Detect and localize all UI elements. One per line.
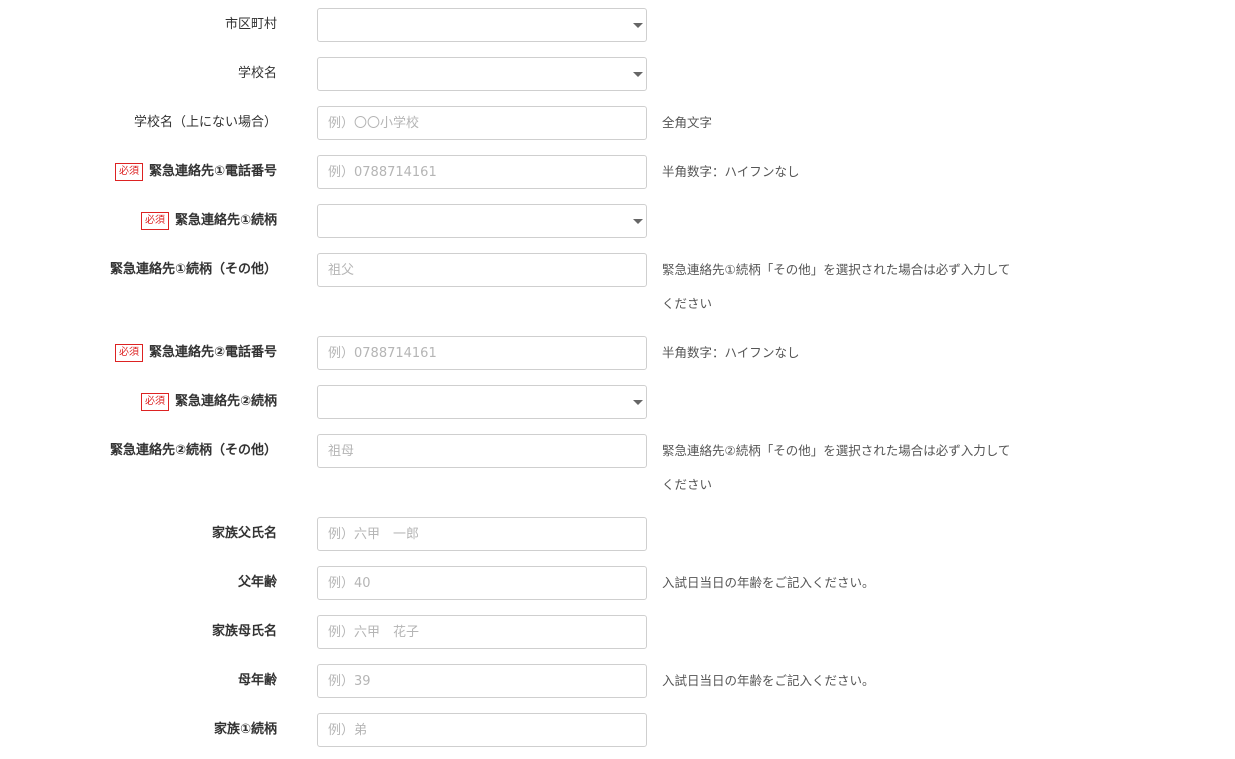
field-label: 必須 緊急連絡先①電話番号	[114, 155, 277, 189]
field-label: 緊急連絡先②続柄（その他）	[109, 443, 277, 458]
emergency2-phone-input[interactable]	[317, 336, 647, 370]
chevron-down-icon	[633, 23, 643, 28]
emergency2-relation-select[interactable]	[317, 385, 647, 419]
field-label: 市区町村	[224, 17, 277, 32]
chevron-down-icon	[633, 400, 643, 405]
field-label: 家族父氏名	[211, 526, 277, 541]
field-label: 母年齢	[237, 673, 277, 688]
chevron-down-icon	[633, 219, 643, 224]
family1-relation-input[interactable]	[317, 713, 647, 747]
field-label: 必須 緊急連絡先②電話番号	[114, 336, 277, 370]
father-name-input[interactable]	[317, 517, 647, 551]
field-label: 父年齢	[237, 575, 277, 590]
emergency1-relation-select[interactable]	[317, 204, 647, 238]
field-note: 全角文字	[662, 115, 713, 130]
field-label: 必須 緊急連絡先②続柄	[140, 385, 277, 419]
chevron-down-icon	[633, 72, 643, 77]
father-age-input[interactable]	[317, 566, 647, 600]
required-badge: 必須	[114, 163, 143, 181]
required-badge: 必須	[140, 393, 169, 411]
emergency1-phone-input[interactable]	[317, 155, 647, 189]
city-select[interactable]	[317, 8, 647, 42]
field-note: 半角数字：ハイフンなし	[662, 164, 800, 179]
field-note: 入試日当日の年齢をご記入ください。	[662, 575, 875, 590]
field-note: 入試日当日の年齢をご記入ください。	[662, 673, 875, 688]
field-label: 学校名（上にない場合）	[133, 115, 277, 130]
mother-name-input[interactable]	[317, 615, 647, 649]
field-label: 家族母氏名	[211, 624, 277, 639]
school-name-other-input[interactable]	[317, 106, 647, 140]
mother-age-input[interactable]	[317, 664, 647, 698]
field-label: 必須 緊急連絡先①続柄	[140, 204, 277, 238]
school-select[interactable]	[317, 57, 647, 91]
field-label: 学校名	[237, 66, 277, 81]
field-label: 家族①続柄	[213, 722, 277, 737]
field-note: 半角数字：ハイフンなし	[662, 345, 800, 360]
required-badge: 必須	[114, 344, 143, 362]
field-note: 緊急連絡先①続柄「その他」を選択された場合は必ず入力してください	[662, 262, 1011, 311]
emergency1-relation-other-input[interactable]	[317, 253, 647, 287]
field-label: 緊急連絡先①続柄（その他）	[109, 262, 277, 277]
field-note: 緊急連絡先②続柄「その他」を選択された場合は必ず入力してください	[662, 443, 1011, 492]
required-badge: 必須	[140, 212, 169, 230]
emergency2-relation-other-input[interactable]	[317, 434, 647, 468]
